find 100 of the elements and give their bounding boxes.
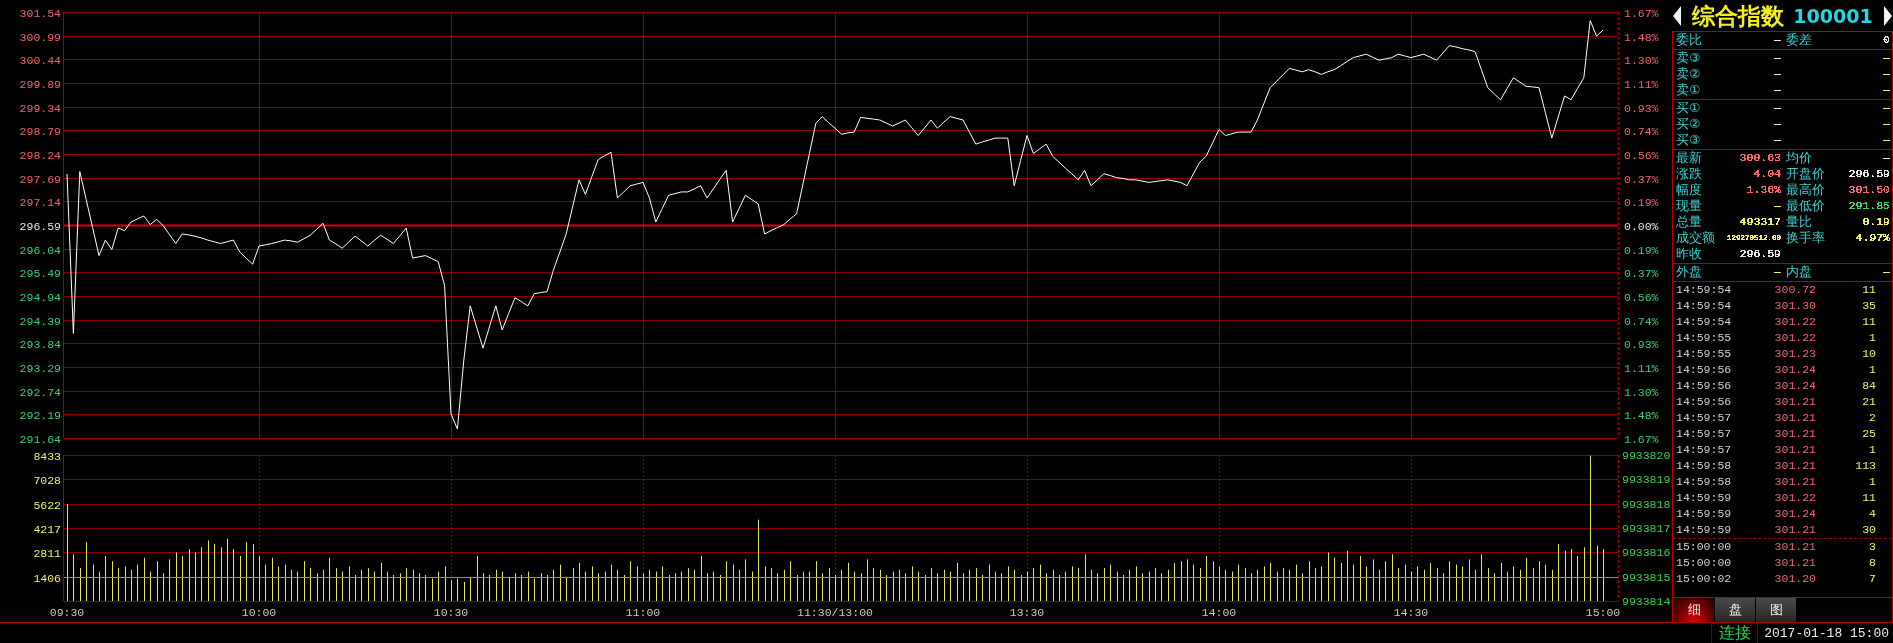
percent-axis-label: 0.19% — [1624, 243, 1659, 257]
trade-volume: 1 — [1869, 442, 1876, 458]
trade-time: 14:59:58 — [1676, 458, 1732, 474]
percent-axis-label: 0.93% — [1624, 101, 1659, 115]
time-axis-label: 11:00 — [625, 606, 661, 619]
price-axis-label: 292.19 — [19, 408, 61, 422]
percent-axis-label: 0.74% — [1624, 124, 1659, 138]
field-value: 296.59 — [1848, 166, 1890, 182]
field-value: 4.97% — [1855, 230, 1890, 246]
trade-volume: 3 — [1869, 539, 1876, 555]
field-value: — — [1883, 150, 1890, 166]
price-axis-label: 301.54 — [19, 6, 61, 20]
trade-time: 14:59:57 — [1676, 442, 1732, 458]
field-label: 卖② — [1676, 66, 1701, 82]
field-label: 委比 — [1676, 32, 1702, 48]
percent-axis-label: 1.67% — [1624, 6, 1659, 20]
trade-price: 301.21 — [1774, 426, 1816, 442]
trade-price: 300.72 — [1774, 282, 1816, 298]
percent-axis-label: 0.93% — [1624, 337, 1659, 351]
trade-volume: 21 — [1862, 394, 1876, 410]
volume-right-axis-label: 9933814 — [1622, 595, 1671, 608]
volume-axis-label: 5622 — [33, 498, 61, 512]
field-label: 幅度 — [1676, 182, 1702, 198]
field-value: — — [1774, 116, 1781, 132]
percent-axis-label: 0.37% — [1624, 266, 1659, 280]
trade-time: 14:59:57 — [1676, 410, 1732, 426]
connection-status: 连接 — [1711, 623, 1757, 643]
trade-price: 301.21 — [1774, 474, 1816, 490]
trade-price: 301.20 — [1774, 571, 1816, 587]
field-value: — — [1883, 264, 1890, 280]
trade-time: 14:59:54 — [1676, 314, 1732, 330]
index-code: 100001 — [1793, 3, 1873, 29]
trade-volume: 30 — [1862, 522, 1876, 538]
field-value: 493317 — [1739, 214, 1781, 230]
field-value: — — [1883, 100, 1890, 116]
trade-price: 301.30 — [1774, 298, 1816, 314]
trade-time: 14:59:55 — [1676, 330, 1732, 346]
time-axis-label: 09:30 — [49, 606, 85, 619]
price-axis-label: 299.89 — [19, 77, 61, 91]
trade-price: 301.21 — [1774, 442, 1816, 458]
field-value: — — [1883, 50, 1890, 66]
percent-axis-label: 1.30% — [1624, 53, 1659, 67]
price-axis-label: 293.29 — [19, 361, 61, 375]
field-value: — — [1883, 66, 1890, 82]
trade-price: 301.22 — [1774, 330, 1816, 346]
volume-right-axis-label: 9933817 — [1622, 522, 1671, 535]
field-label: 买① — [1676, 100, 1701, 116]
percent-axis-label: 0.74% — [1624, 314, 1659, 328]
volume-axis-label: 4217 — [33, 522, 61, 536]
field-value: — — [1883, 132, 1890, 148]
field-value: 0 — [1883, 32, 1890, 48]
trade-volume: 1 — [1869, 474, 1876, 490]
trade-price: 301.22 — [1774, 314, 1816, 330]
field-label: 内盘 — [1786, 264, 1812, 280]
field-value: 4.04 — [1753, 166, 1781, 182]
price-axis-label: 298.24 — [19, 148, 61, 162]
trade-price: 301.23 — [1774, 346, 1816, 362]
trade-time: 14:59:57 — [1676, 426, 1732, 442]
time-axis-label: 13:30 — [1009, 606, 1045, 619]
price-axis-label: 297.14 — [19, 195, 61, 209]
field-value: — — [1774, 50, 1781, 66]
trade-volume: 2 — [1869, 410, 1876, 426]
trade-time: 14:59:59 — [1676, 522, 1732, 538]
field-value: — — [1774, 132, 1781, 148]
percent-axis-label: 0.56% — [1624, 290, 1659, 304]
price-axis-label: 300.99 — [19, 30, 61, 44]
trade-volume: 25 — [1862, 426, 1876, 442]
percent-axis-label: 1.11% — [1624, 361, 1659, 375]
volume-axis-label: 8433 — [33, 449, 61, 463]
view-tab[interactable]: 图 — [1756, 598, 1796, 622]
time-axis-label: 11:30/13:00 — [797, 606, 873, 619]
trade-volume: 35 — [1862, 298, 1876, 314]
view-tab[interactable]: 细 — [1674, 598, 1714, 622]
trade-time: 14:59:56 — [1676, 378, 1732, 394]
trade-price: 301.21 — [1774, 458, 1816, 474]
percent-axis-label: 0.56% — [1624, 148, 1659, 162]
trade-price: 301.21 — [1774, 555, 1816, 571]
trade-volume: 10 — [1862, 346, 1876, 362]
trade-volume: 7 — [1869, 571, 1876, 587]
trade-price: 301.21 — [1774, 410, 1816, 426]
right-triangle-icon[interactable] — [1884, 5, 1892, 26]
view-tab[interactable]: 盘 — [1715, 598, 1755, 622]
price-axis-label: 292.74 — [19, 385, 61, 399]
trade-volume: 8 — [1869, 555, 1876, 571]
trade-volume: 11 — [1862, 314, 1876, 330]
percent-axis-label: 1.48% — [1624, 30, 1659, 44]
price-axis-label: 298.79 — [19, 124, 61, 138]
field-label: 昨收 — [1676, 246, 1702, 262]
field-label: 最高价 — [1786, 182, 1825, 198]
volume-right-axis-label: 9933818 — [1622, 497, 1671, 511]
field-value: — — [1774, 32, 1781, 48]
field-value: — — [1774, 198, 1781, 214]
left-triangle-icon[interactable] — [1673, 5, 1681, 26]
trade-time: 15:00:00 — [1676, 539, 1732, 555]
price-axis-label: 299.34 — [19, 101, 61, 115]
field-label: 委差 — [1786, 32, 1812, 48]
trade-time: 14:59:56 — [1676, 394, 1732, 410]
field-value: — — [1774, 100, 1781, 116]
trade-price: 301.24 — [1774, 378, 1816, 394]
index-name: 综合指数 — [1692, 1, 1785, 30]
